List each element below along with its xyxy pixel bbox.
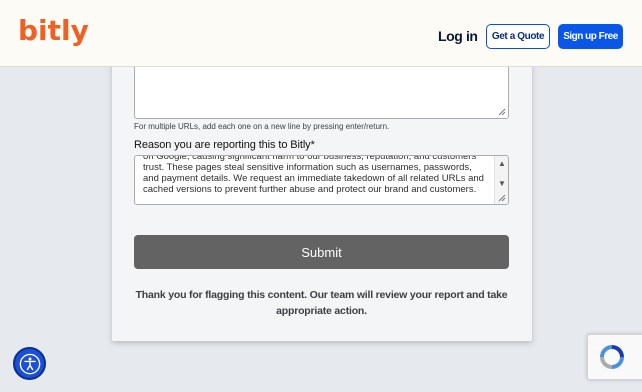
get-quote-button[interactable]: Get a Quote: [486, 24, 550, 49]
bitly-logo[interactable]: bitly: [18, 12, 94, 61]
login-link[interactable]: Log in: [438, 28, 478, 44]
resize-grip-icon[interactable]: [498, 108, 506, 116]
site-header: bitly Log in Get a Quote Sign up Free: [0, 0, 642, 67]
recaptcha-badge[interactable]: [587, 334, 642, 380]
signup-button[interactable]: Sign up Free: [558, 24, 623, 49]
scroll-up-icon[interactable]: ▲: [498, 160, 506, 168]
recaptcha-icon: [600, 345, 624, 369]
accessibility-button[interactable]: [13, 347, 46, 380]
reason-label: Reason you are reporting this to Bitly*: [134, 139, 315, 151]
reason-text: on Google, causing significant harm to o…: [143, 155, 484, 195]
thank-you-message: Thank you for flagging this content. Our…: [135, 289, 508, 317]
submit-button[interactable]: Submit: [134, 235, 509, 269]
logo-text: bitly: [18, 14, 89, 47]
resize-grip-icon[interactable]: [498, 194, 506, 202]
page: bitly Log in Get a Quote Sign up Free Fo…: [0, 0, 642, 392]
urls-hint: For multiple URLs, add each one on a new…: [134, 122, 390, 131]
accessibility-icon: [19, 353, 40, 374]
reason-textarea[interactable]: on Google, causing significant harm to o…: [134, 155, 509, 205]
bitly-logo-mark: bitly: [18, 14, 89, 47]
scroll-down-icon[interactable]: ▼: [498, 180, 506, 188]
